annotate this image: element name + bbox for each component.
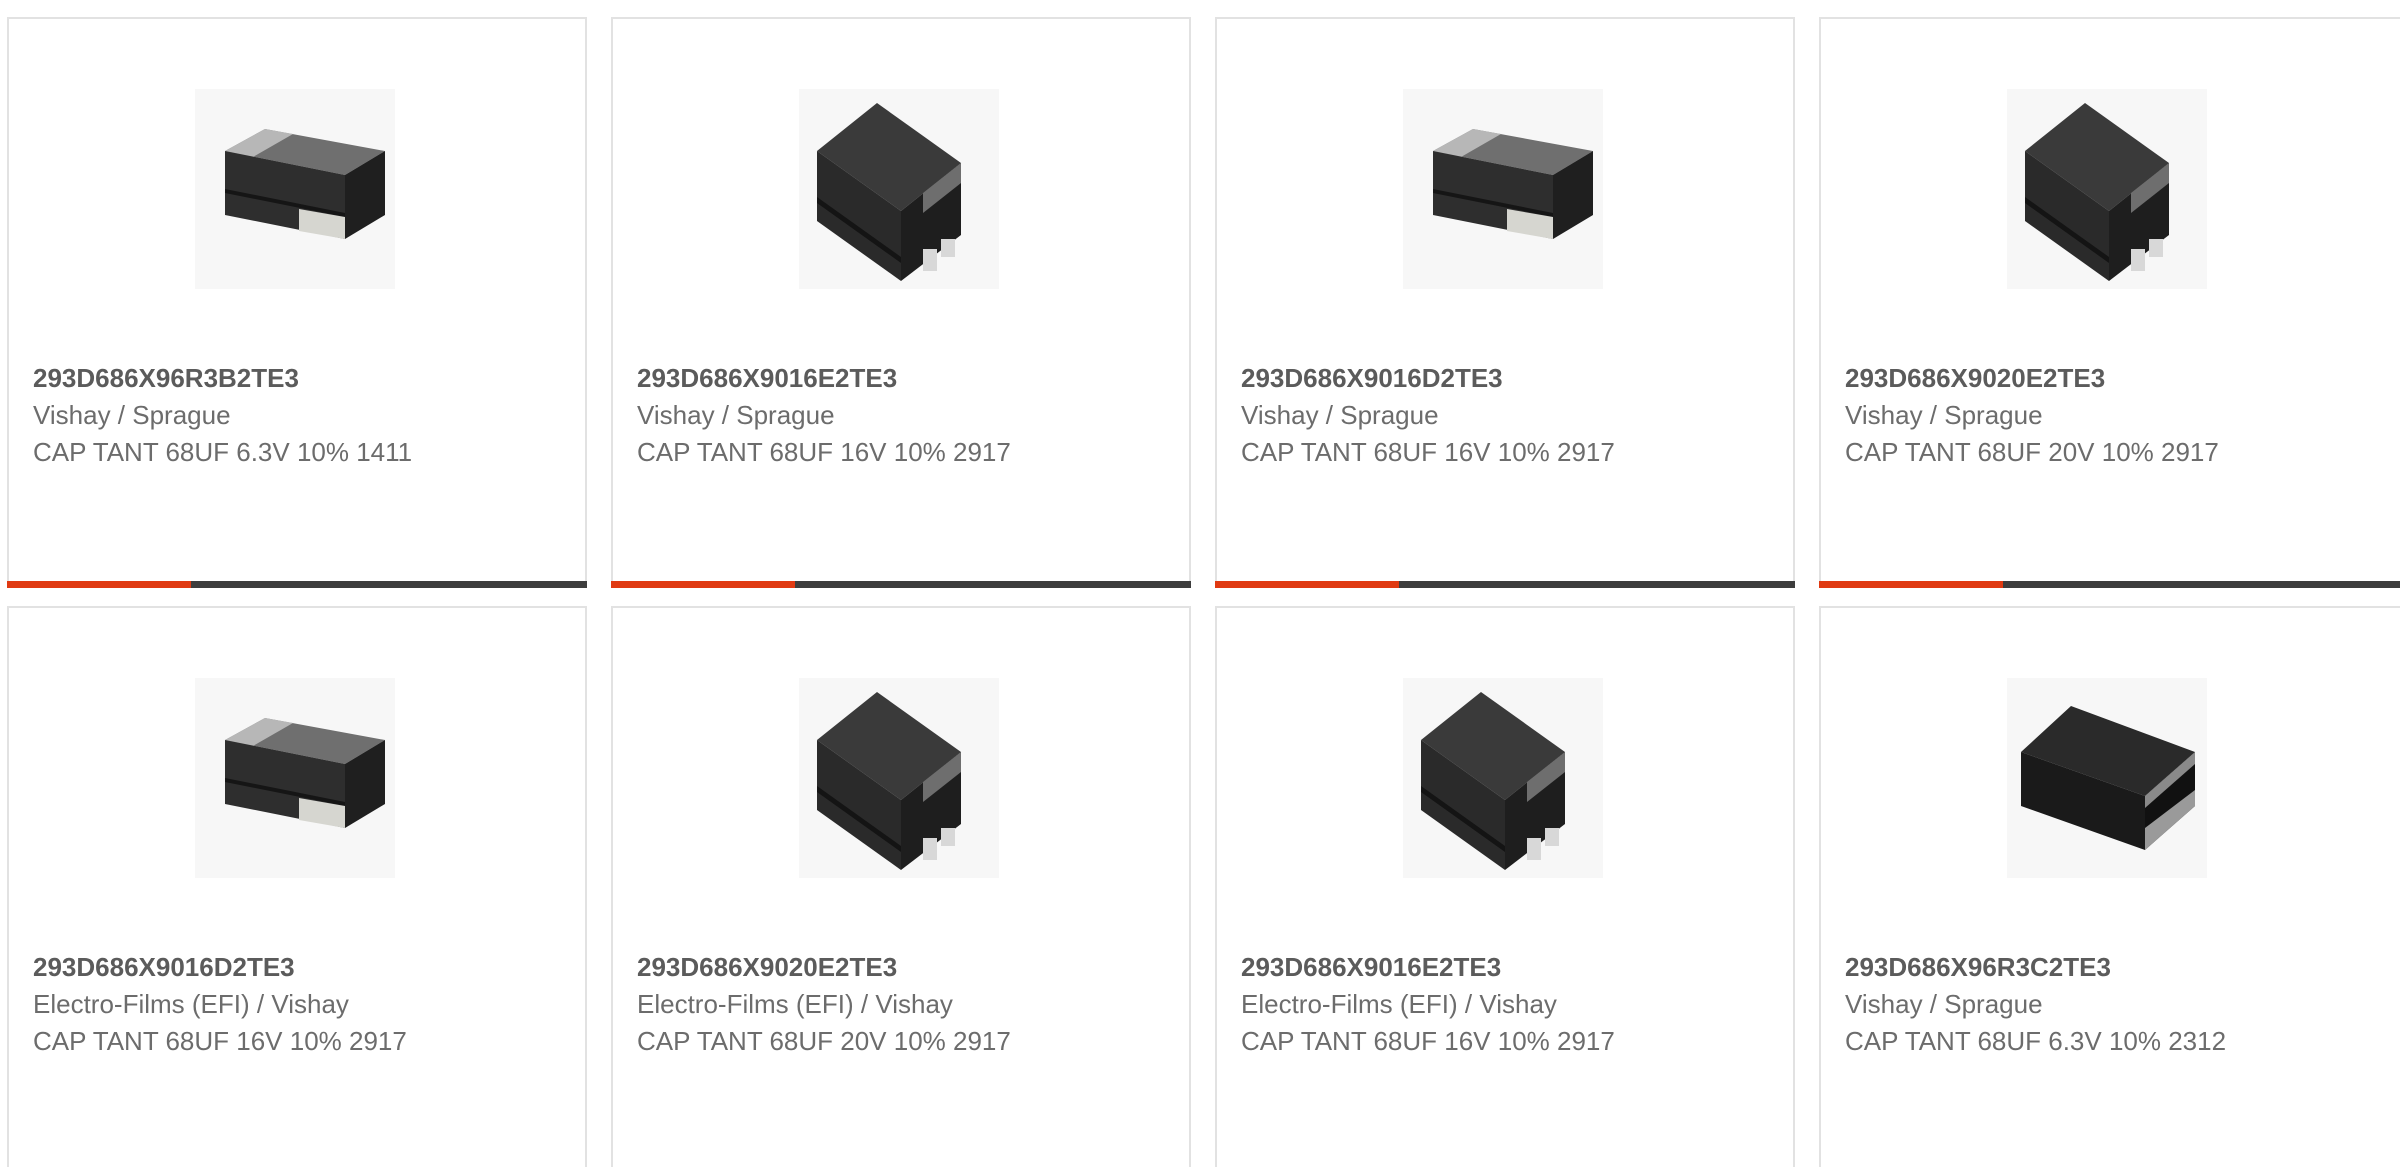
manufacturer: Vishay / Sprague [637,400,835,430]
dark-segment [1399,581,1795,588]
part-number[interactable]: 293D686X96R3B2TE3 [33,359,575,397]
product-grid: 293D686X96R3B2TE3 Vishay / Sprague CAP T… [0,0,2400,1167]
manufacturer: Vishay / Sprague [1845,989,2043,1019]
product-card[interactable]: 293D686X9020E2TE3 Electro-Films (EFI) / … [611,606,1191,1167]
tantalum-capacitor-tall-icon [799,678,999,878]
manufacturer: Electro-Films (EFI) / Vishay [33,989,349,1019]
accent-segment [1819,581,2003,588]
tantalum-capacitor-wide-icon [2007,678,2207,878]
product-card[interactable]: 293D686X9016D2TE3 Electro-Films (EFI) / … [7,606,587,1167]
product-card[interactable]: 293D686X9016D2TE3 Vishay / Sprague CAP T… [1215,17,1795,588]
card-accent-bar [1215,581,1795,588]
product-card[interactable]: 293D686X9016E2TE3 Electro-Films (EFI) / … [1215,606,1795,1167]
product-description: CAP TANT 68UF 6.3V 10% 1411 [33,437,413,467]
part-number[interactable]: 293D686X96R3C2TE3 [1845,948,2400,986]
tantalum-capacitor-tall-icon [1403,678,1603,878]
dark-segment [2003,581,2400,588]
manufacturer: Electro-Films (EFI) / Vishay [1241,989,1557,1019]
part-number[interactable]: 293D686X9016D2TE3 [1241,359,1783,397]
tantalum-capacitor-tall-icon [799,89,999,289]
part-number[interactable]: 293D686X9020E2TE3 [1845,359,2400,397]
product-description: CAP TANT 68UF 16V 10% 2917 [1241,1026,1615,1056]
product-card[interactable]: 293D686X9016E2TE3 Vishay / Sprague CAP T… [611,17,1191,588]
accent-segment [611,581,795,588]
product-card[interactable]: 293D686X9020E2TE3 Vishay / Sprague CAP T… [1819,17,2400,588]
manufacturer: Vishay / Sprague [33,400,231,430]
tantalum-capacitor-flat-icon [195,89,395,289]
part-number[interactable]: 293D686X9016E2TE3 [1241,948,1783,986]
card-accent-bar [611,581,1191,588]
accent-segment [7,581,191,588]
dark-segment [191,581,587,588]
product-description: CAP TANT 68UF 16V 10% 2917 [637,437,1011,467]
product-card[interactable]: 293D686X96R3C2TE3 Vishay / Sprague CAP T… [1819,606,2400,1167]
product-info: 293D686X96R3C2TE3 Vishay / Sprague CAP T… [1845,948,2400,1060]
product-description: CAP TANT 68UF 20V 10% 2917 [1845,437,2219,467]
part-number[interactable]: 293D686X9020E2TE3 [637,948,1179,986]
product-info: 293D686X9016D2TE3 Vishay / Sprague CAP T… [1241,359,1783,471]
manufacturer: Vishay / Sprague [1845,400,2043,430]
product-info: 293D686X9020E2TE3 Vishay / Sprague CAP T… [1845,359,2400,471]
tantalum-capacitor-flat-icon [195,678,395,878]
product-description: CAP TANT 68UF 16V 10% 2917 [1241,437,1615,467]
tantalum-capacitor-flat-icon [1403,89,1603,289]
part-number[interactable]: 293D686X9016D2TE3 [33,948,575,986]
product-description: CAP TANT 68UF 16V 10% 2917 [33,1026,407,1056]
card-accent-bar [7,581,587,588]
product-info: 293D686X9016E2TE3 Electro-Films (EFI) / … [1241,948,1783,1060]
product-description: CAP TANT 68UF 20V 10% 2917 [637,1026,1011,1056]
manufacturer: Vishay / Sprague [1241,400,1439,430]
card-accent-bar [1819,581,2400,588]
product-info: 293D686X96R3B2TE3 Vishay / Sprague CAP T… [33,359,575,471]
tantalum-capacitor-tall-icon [2007,89,2207,289]
dark-segment [795,581,1191,588]
part-number[interactable]: 293D686X9016E2TE3 [637,359,1179,397]
product-card[interactable]: 293D686X96R3B2TE3 Vishay / Sprague CAP T… [7,17,587,588]
product-info: 293D686X9016D2TE3 Electro-Films (EFI) / … [33,948,575,1060]
product-info: 293D686X9016E2TE3 Vishay / Sprague CAP T… [637,359,1179,471]
accent-segment [1215,581,1399,588]
product-info: 293D686X9020E2TE3 Electro-Films (EFI) / … [637,948,1179,1060]
product-description: CAP TANT 68UF 6.3V 10% 2312 [1845,1026,2227,1056]
manufacturer: Electro-Films (EFI) / Vishay [637,989,953,1019]
